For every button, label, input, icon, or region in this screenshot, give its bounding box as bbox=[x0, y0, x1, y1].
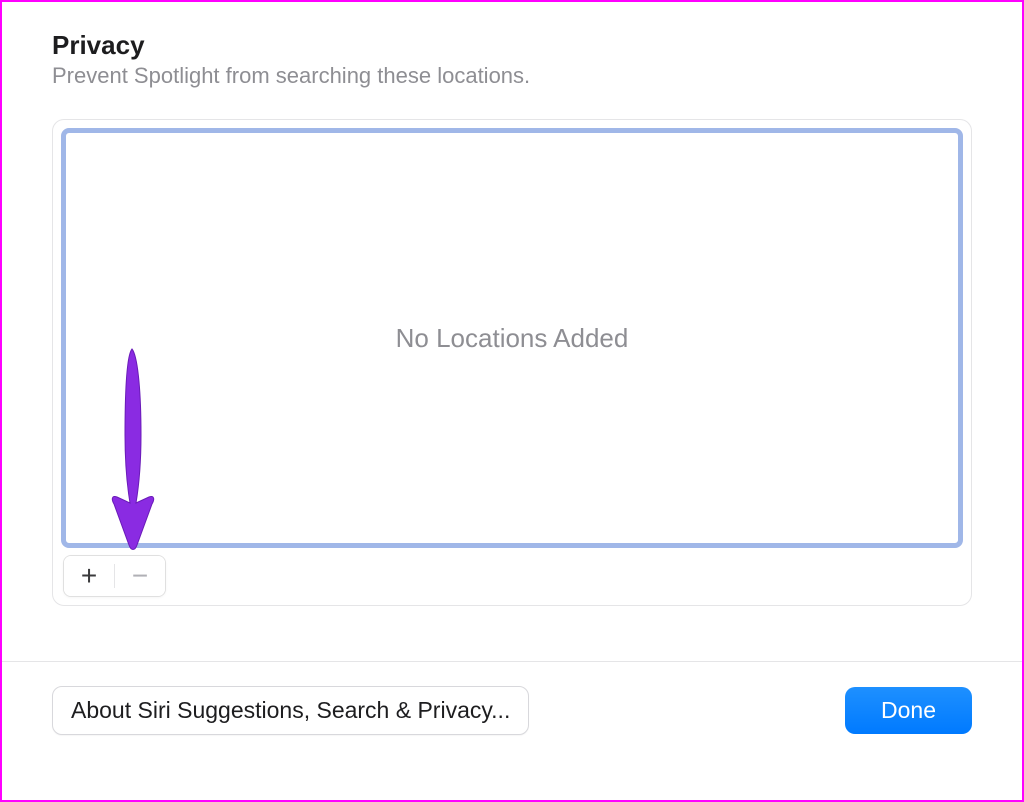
minus-icon: − bbox=[132, 562, 148, 590]
empty-state-label: No Locations Added bbox=[396, 323, 629, 354]
page-subtitle: Prevent Spotlight from searching these l… bbox=[52, 63, 972, 89]
page-title: Privacy bbox=[52, 30, 972, 61]
done-button[interactable]: Done bbox=[845, 687, 972, 734]
add-location-button[interactable]: + bbox=[64, 556, 114, 596]
add-remove-control: + − bbox=[63, 555, 166, 597]
locations-list[interactable]: No Locations Added bbox=[61, 128, 963, 548]
about-siri-privacy-button[interactable]: About Siri Suggestions, Search & Privacy… bbox=[52, 686, 529, 735]
remove-location-button[interactable]: − bbox=[115, 556, 165, 596]
plus-icon: + bbox=[81, 562, 97, 590]
locations-panel: No Locations Added + − bbox=[52, 119, 972, 606]
